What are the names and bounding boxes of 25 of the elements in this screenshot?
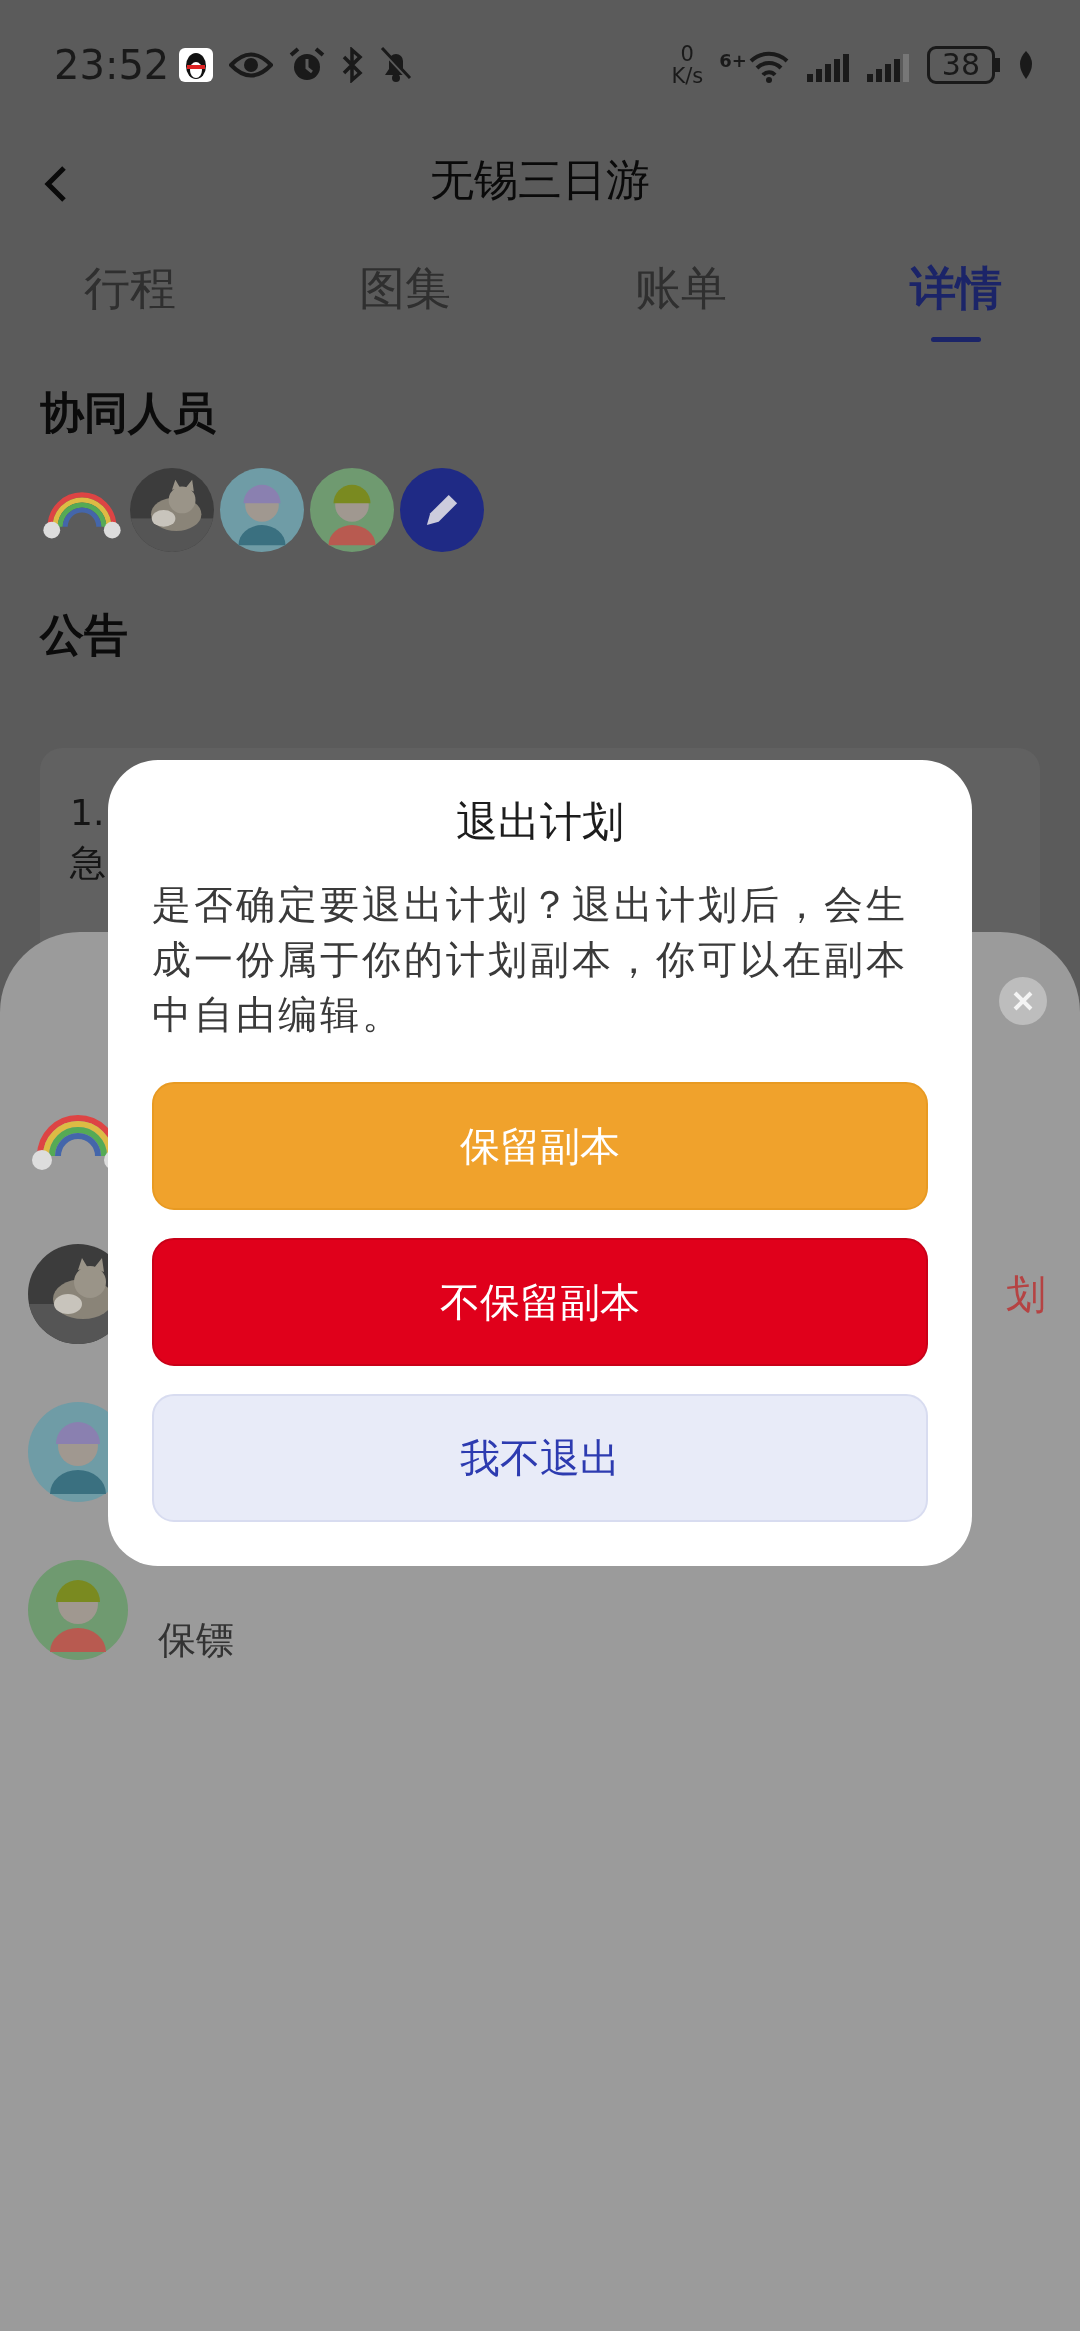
penguin-icon — [179, 48, 214, 82]
battery-icon: 38 — [926, 46, 995, 84]
status-time: 23:52 — [54, 41, 170, 90]
bluetooth-icon — [341, 47, 364, 83]
member-action[interactable]: 划 — [1006, 1264, 1046, 1324]
tab[interactable]: 详情 — [882, 240, 1030, 356]
section-title: 协同人员 — [39, 386, 217, 440]
section-title: 公告 — [38, 608, 129, 662]
speed-value: 0 — [680, 43, 694, 65]
notice-text: 1. — [70, 792, 105, 833]
page-title: 无锡三日游 — [430, 153, 650, 207]
alarm-icon — [289, 47, 326, 83]
dialog-message: 是否确定要退出计划？退出计划后，会生成一份属于你的计划副本，你可以在副本中自由编辑。 — [152, 881, 909, 1039]
network-type: 6+ — [719, 49, 747, 73]
speed-unit: K/s — [671, 65, 704, 87]
close-icon[interactable] — [999, 977, 1047, 1025]
bell-off-icon — [379, 47, 414, 83]
eye-icon — [229, 50, 274, 80]
edit-icon[interactable] — [400, 468, 484, 552]
dialog-title: 退出计划 — [455, 796, 625, 848]
member-role: 保镖 — [158, 1616, 234, 1664]
keep-copy-button[interactable]: 保留副本 — [152, 1082, 928, 1210]
discard-copy-button[interactable]: 不保留副本 — [152, 1238, 928, 1366]
cancel-button[interactable]: 我不退出 — [152, 1394, 928, 1522]
notice-text: 急 — [70, 842, 106, 883]
